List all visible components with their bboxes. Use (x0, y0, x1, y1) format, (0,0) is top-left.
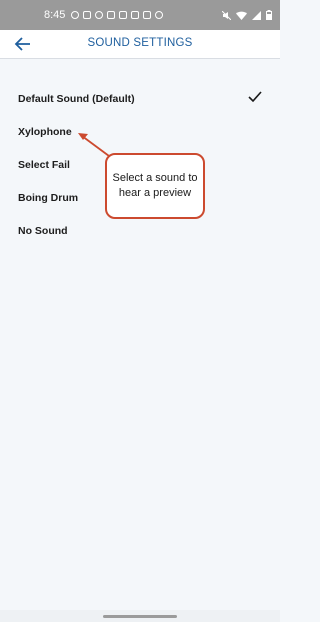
sound-option-select-fail[interactable]: Select Fail (18, 159, 70, 171)
status-icons-left (71, 11, 164, 19)
home-indicator[interactable] (103, 615, 177, 618)
preview-callout: Select a sound to hear a preview (105, 153, 205, 219)
battery-icon (266, 10, 272, 20)
sound-option-xylophone[interactable]: Xylophone (18, 126, 72, 138)
status-bar: 8:45 (0, 0, 280, 30)
signal-icon (252, 10, 261, 20)
sound-option-no-sound[interactable]: No Sound (18, 225, 68, 237)
status-icons-right (222, 10, 272, 20)
mute-icon (222, 10, 231, 20)
callout-text: Select a sound to hear a preview (112, 172, 198, 199)
clipboard-icon (131, 11, 140, 19)
sound-option-default[interactable]: Default Sound (Default) (18, 93, 135, 105)
lock-icon (155, 11, 164, 19)
media-icon (119, 11, 128, 19)
mail-icon (83, 11, 92, 19)
sound-option-boing-drum[interactable]: Boing Drum (18, 192, 78, 204)
page-title: SOUND SETTINGS (87, 37, 193, 49)
checkmark-icon (248, 91, 262, 103)
tower-icon (107, 11, 116, 19)
app-header: SOUND SETTINGS (0, 30, 280, 59)
wifi-icon (236, 11, 247, 20)
status-time: 8:45 (44, 9, 66, 21)
profile-icon (71, 11, 80, 19)
at-icon (95, 11, 104, 19)
image-icon (143, 11, 152, 19)
